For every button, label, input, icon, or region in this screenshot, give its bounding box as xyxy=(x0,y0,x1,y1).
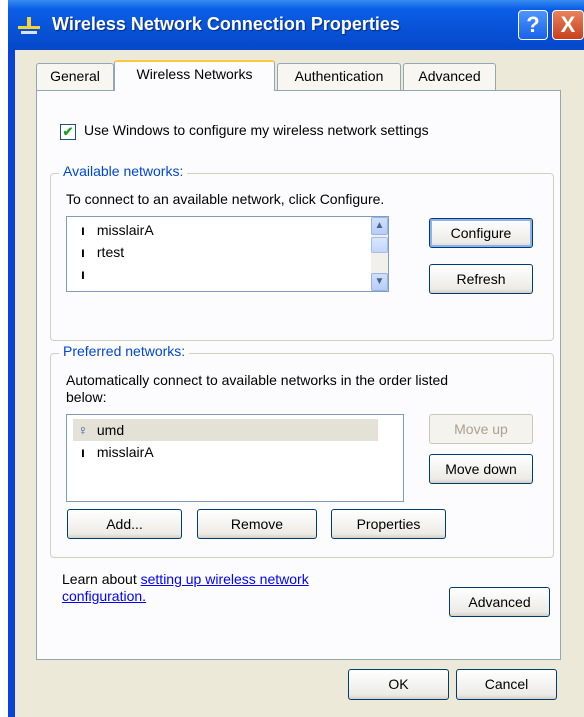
tab-wireless-networks[interactable]: Wireless Networks xyxy=(114,60,275,91)
list-item[interactable]: ♀ umd xyxy=(73,419,378,441)
move-up-button[interactable]: Move up xyxy=(429,414,533,444)
tab-general[interactable]: General xyxy=(36,63,114,90)
scroll-up-icon[interactable]: ▲ xyxy=(371,217,388,235)
available-networks-list[interactable]: ı misslairA ı rtest ı ▲ ▼ xyxy=(66,216,389,292)
network-name: rtest xyxy=(96,244,125,260)
available-scrollbar[interactable]: ▲ ▼ xyxy=(371,217,388,291)
title-bar[interactable]: Wireless Network Connection Properties ?… xyxy=(8,0,584,50)
tab-advanced[interactable]: Advanced xyxy=(403,63,496,90)
preferred-instruction-cont: below: xyxy=(66,389,107,405)
antenna-icon: ı xyxy=(81,222,85,238)
setup-link[interactable]: setting up wireless network xyxy=(141,571,309,587)
help-button[interactable]: ? xyxy=(518,10,548,40)
advanced-button[interactable]: Advanced xyxy=(449,587,550,617)
list-item[interactable]: ı rtest xyxy=(73,241,124,263)
setup-link-cont[interactable]: configuration. xyxy=(62,588,146,604)
preferred-networks-list[interactable]: ♀ umd ı misslairA xyxy=(66,414,404,502)
scroll-thumb[interactable] xyxy=(371,237,388,253)
list-item[interactable]: ı misslairA xyxy=(73,441,154,463)
available-networks-title: Available networks: xyxy=(59,163,188,179)
remove-button[interactable]: Remove xyxy=(197,509,317,539)
connected-antenna-icon: ♀ xyxy=(77,422,89,438)
available-instruction: To connect to an available network, clic… xyxy=(66,191,385,207)
tab-authentication[interactable]: Authentication xyxy=(277,63,401,90)
refresh-button[interactable]: Refresh xyxy=(429,264,533,294)
antenna-icon: ı xyxy=(81,266,85,282)
antenna-icon: ı xyxy=(81,444,85,460)
ok-button[interactable]: OK xyxy=(348,669,449,700)
network-name: misslairA xyxy=(96,222,154,238)
preferred-instruction: Automatically connect to available netwo… xyxy=(66,372,449,388)
window-title: Wireless Network Connection Properties xyxy=(52,14,400,34)
scroll-down-icon[interactable]: ▼ xyxy=(371,273,388,291)
close-button[interactable]: X xyxy=(552,10,584,40)
network-connection-icon xyxy=(18,17,40,34)
learn-about-prefix: Learn about xyxy=(62,571,141,587)
add-button[interactable]: Add... xyxy=(67,509,182,539)
list-item[interactable]: ı misslairA xyxy=(73,219,154,241)
use-windows-checkbox[interactable]: ✔ xyxy=(60,124,76,140)
properties-button[interactable]: Properties xyxy=(331,509,446,539)
list-item[interactable]: ı xyxy=(73,263,93,285)
preferred-networks-group: Preferred networks: Automatically connec… xyxy=(50,343,554,558)
cancel-button[interactable]: Cancel xyxy=(456,669,557,700)
dialog-client-area: General Wireless Networks Authentication… xyxy=(15,50,584,717)
network-name: umd xyxy=(96,422,125,438)
network-name: misslairA xyxy=(96,444,154,460)
move-down-button[interactable]: Move down xyxy=(429,454,533,484)
wireless-networks-panel: ✔ Use Windows to configure my wireless n… xyxy=(36,90,561,660)
antenna-icon: ı xyxy=(81,244,85,260)
properties-dialog: Wireless Network Connection Properties ?… xyxy=(8,0,584,717)
preferred-networks-title: Preferred networks: xyxy=(59,343,190,359)
configure-button[interactable]: Configure xyxy=(429,218,533,248)
available-networks-group: Available networks: To connect to an ava… xyxy=(50,163,554,341)
use-windows-label: Use Windows to configure my wireless net… xyxy=(84,122,429,138)
learn-about-text: Learn about setting up wireless network xyxy=(62,571,309,587)
